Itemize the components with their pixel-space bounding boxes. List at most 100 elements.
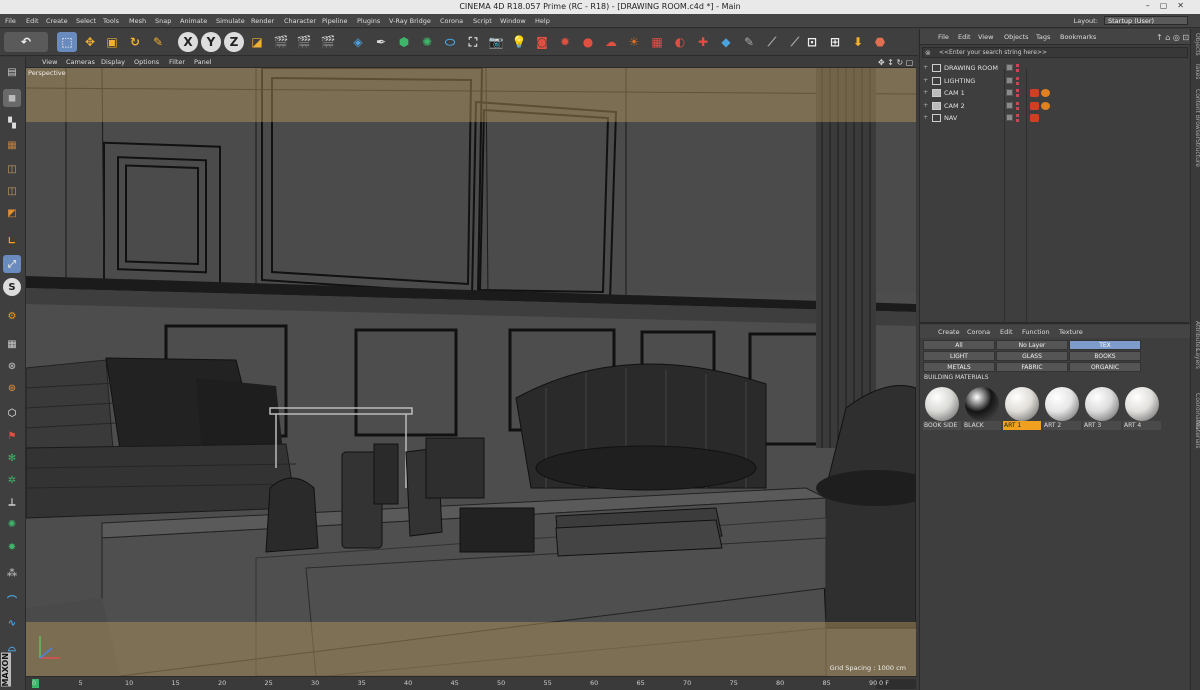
grid-icon[interactable]: ▦ <box>3 335 21 353</box>
corona-proxy-icon[interactable]: ▦ <box>647 32 667 52</box>
layer-button[interactable]: METALS <box>923 362 995 372</box>
layer-check-icon[interactable] <box>1006 101 1013 109</box>
menu-simulate[interactable]: Simulate <box>216 17 245 25</box>
render-picture-viewer-icon[interactable]: 🎬 <box>294 32 314 52</box>
array-icon[interactable]: ✺ <box>417 32 437 52</box>
dock-tab-content-browser[interactable]: Content Browser <box>1191 89 1200 139</box>
cloner-icon[interactable]: ✺ <box>3 515 21 533</box>
mograph-icon[interactable]: ✲ <box>3 471 21 489</box>
points-mode-icon[interactable]: ◫ <box>3 160 21 178</box>
material-swatch[interactable]: BOOK SIDE <box>923 385 961 431</box>
solo-hierarchy-icon[interactable]: ⊛ <box>3 379 21 397</box>
recent-tool-icon[interactable]: ✎ <box>148 32 168 52</box>
layer-check-icon[interactable] <box>1006 89 1013 96</box>
timeline-icon[interactable]: ⊡ <box>802 32 822 52</box>
corona-material-icon[interactable]: ◐ <box>670 32 690 52</box>
download-icon[interactable]: ⬇ <box>848 32 868 52</box>
corona-tag-icon[interactable] <box>1030 89 1039 97</box>
object-row[interactable]: + DRAWING ROOM <box>920 62 1190 74</box>
corona-tag-icon[interactable] <box>1030 114 1039 122</box>
viewport-menu-view[interactable]: View <box>42 58 57 66</box>
corona-sky-icon[interactable]: ☁ <box>601 32 621 52</box>
object-manager-nav-icons[interactable]: ↑ ⌂ ◎ ⊡ <box>1156 33 1189 42</box>
object-menu-bookmarks[interactable]: Bookmarks <box>1060 33 1096 41</box>
corona-camera-icon[interactable]: ✹ <box>555 32 575 52</box>
material-menu-edit[interactable]: Edit <box>1000 328 1013 336</box>
menu-snap[interactable]: Snap <box>155 17 171 25</box>
polygons-mode-icon[interactable]: ◩ <box>3 204 21 222</box>
dock-tab-layers[interactable]: Layers <box>1191 349 1200 369</box>
layer-button[interactable]: ORGANIC <box>1069 362 1141 372</box>
dock-tab-objects[interactable]: Objects <box>1191 33 1200 56</box>
material-swatch[interactable]: ART 3 <box>1083 385 1121 431</box>
camera-icon[interactable]: 📷 <box>486 32 506 52</box>
bend-icon[interactable]: ⌒ <box>3 590 21 608</box>
object-row[interactable]: + CAM 1 <box>920 87 1190 99</box>
menu-select[interactable]: Select <box>76 17 96 25</box>
visibility-dots-icon[interactable] <box>1016 114 1019 122</box>
material-menu-corona[interactable]: Corona <box>967 328 990 336</box>
menu-edit[interactable]: Edit <box>26 17 39 25</box>
material-swatch[interactable]: ART 1 <box>1003 385 1041 431</box>
tweak-mode-icon[interactable]: ⤢ <box>3 255 21 273</box>
object-row[interactable]: + LIGHTING <box>920 75 1190 87</box>
twist-icon[interactable]: ∿ <box>3 614 21 632</box>
expand-icon[interactable]: + <box>923 76 928 84</box>
visibility-dots-icon[interactable] <box>1016 64 1019 72</box>
sculpt-icon[interactable]: ⬡ <box>3 404 21 422</box>
search-clear-icon[interactable]: ⊗ <box>925 49 931 57</box>
menu-create[interactable]: Create <box>46 17 68 25</box>
layer-button[interactable]: No Layer <box>996 340 1068 350</box>
layer-button[interactable]: FABRIC <box>996 362 1068 372</box>
array-tool-icon[interactable]: ⁂ <box>3 564 21 582</box>
rotate-icon[interactable]: ↻ <box>125 32 145 52</box>
make-editable-icon[interactable]: ▤ <box>3 63 21 81</box>
z-axis-icon[interactable]: Z <box>224 32 244 52</box>
layer-manager-icon[interactable]: ✎ <box>739 32 759 52</box>
menu-plugins[interactable]: Plugins <box>357 17 380 25</box>
viewport-menu-options[interactable]: Options <box>134 58 159 66</box>
object-menu-tags[interactable]: Tags <box>1036 33 1050 41</box>
cube-icon[interactable]: ◈ <box>348 32 368 52</box>
menu-window[interactable]: Window <box>500 17 526 25</box>
undo-button[interactable]: ↶ <box>4 32 48 52</box>
coordinate-system-icon[interactable]: ◪ <box>247 32 267 52</box>
scale-icon[interactable]: ▣ <box>102 32 122 52</box>
edges-mode-icon[interactable]: ◫ <box>3 182 21 200</box>
deformer-icon[interactable]: ⬭ <box>440 32 460 52</box>
menu-tools[interactable]: Tools <box>103 17 119 25</box>
viewport-nav-icons[interactable]: ✥ ↕ ↻ ▢ <box>878 58 913 67</box>
dock-tab-structure[interactable]: Structure <box>1191 139 1200 167</box>
menu-render[interactable]: Render <box>251 17 274 25</box>
layout-dropdown[interactable]: Startup (User) <box>1104 16 1188 25</box>
expand-icon[interactable]: + <box>923 113 928 121</box>
axis-mode-icon[interactable]: ∟ <box>3 232 21 250</box>
protection-tag-icon[interactable] <box>1041 89 1050 97</box>
layer-check-icon[interactable] <box>1006 76 1013 84</box>
material-menu-create[interactable]: Create <box>938 328 960 336</box>
pen-icon[interactable]: ✒ <box>371 32 391 52</box>
render-settings-icon[interactable]: 🎬 <box>318 32 338 52</box>
render-view-icon[interactable]: 🎬 <box>271 32 291 52</box>
light-icon[interactable]: 💡 <box>509 32 529 52</box>
snap-icon[interactable]: S <box>3 278 21 296</box>
tools-menu-icon[interactable]: ⊞ <box>825 32 845 52</box>
expand-icon[interactable]: + <box>923 88 928 96</box>
material-swatch[interactable]: ART 4 <box>1123 385 1161 431</box>
layer-button[interactable]: All <box>923 340 995 350</box>
move-icon[interactable]: ✥ <box>80 32 100 52</box>
viewport-menu-panel[interactable]: Panel <box>194 58 212 66</box>
solo-icon[interactable]: ⊗ <box>3 357 21 375</box>
object-menu-objects[interactable]: Objects <box>1004 33 1029 41</box>
layout-selector[interactable]: Layout: Startup (User) <box>1074 16 1188 25</box>
object-search-input[interactable]: <<Enter your search string here>> <box>922 47 1188 58</box>
live-selection-icon[interactable]: ⬚ <box>57 32 77 52</box>
menu-v-ray-bridge[interactable]: V-Ray Bridge <box>389 17 431 25</box>
object-row[interactable]: + CAM 2 <box>920 100 1190 112</box>
protection-tag-icon[interactable] <box>1041 101 1050 110</box>
corona-tag-icon[interactable]: ◆ <box>716 32 736 52</box>
layer-button[interactable]: TEX <box>1069 340 1141 350</box>
corona-render-icon[interactable]: ◙ <box>532 32 552 52</box>
object-row[interactable]: + NAV <box>920 112 1190 124</box>
viewport-menu-cameras[interactable]: Cameras <box>66 58 95 66</box>
